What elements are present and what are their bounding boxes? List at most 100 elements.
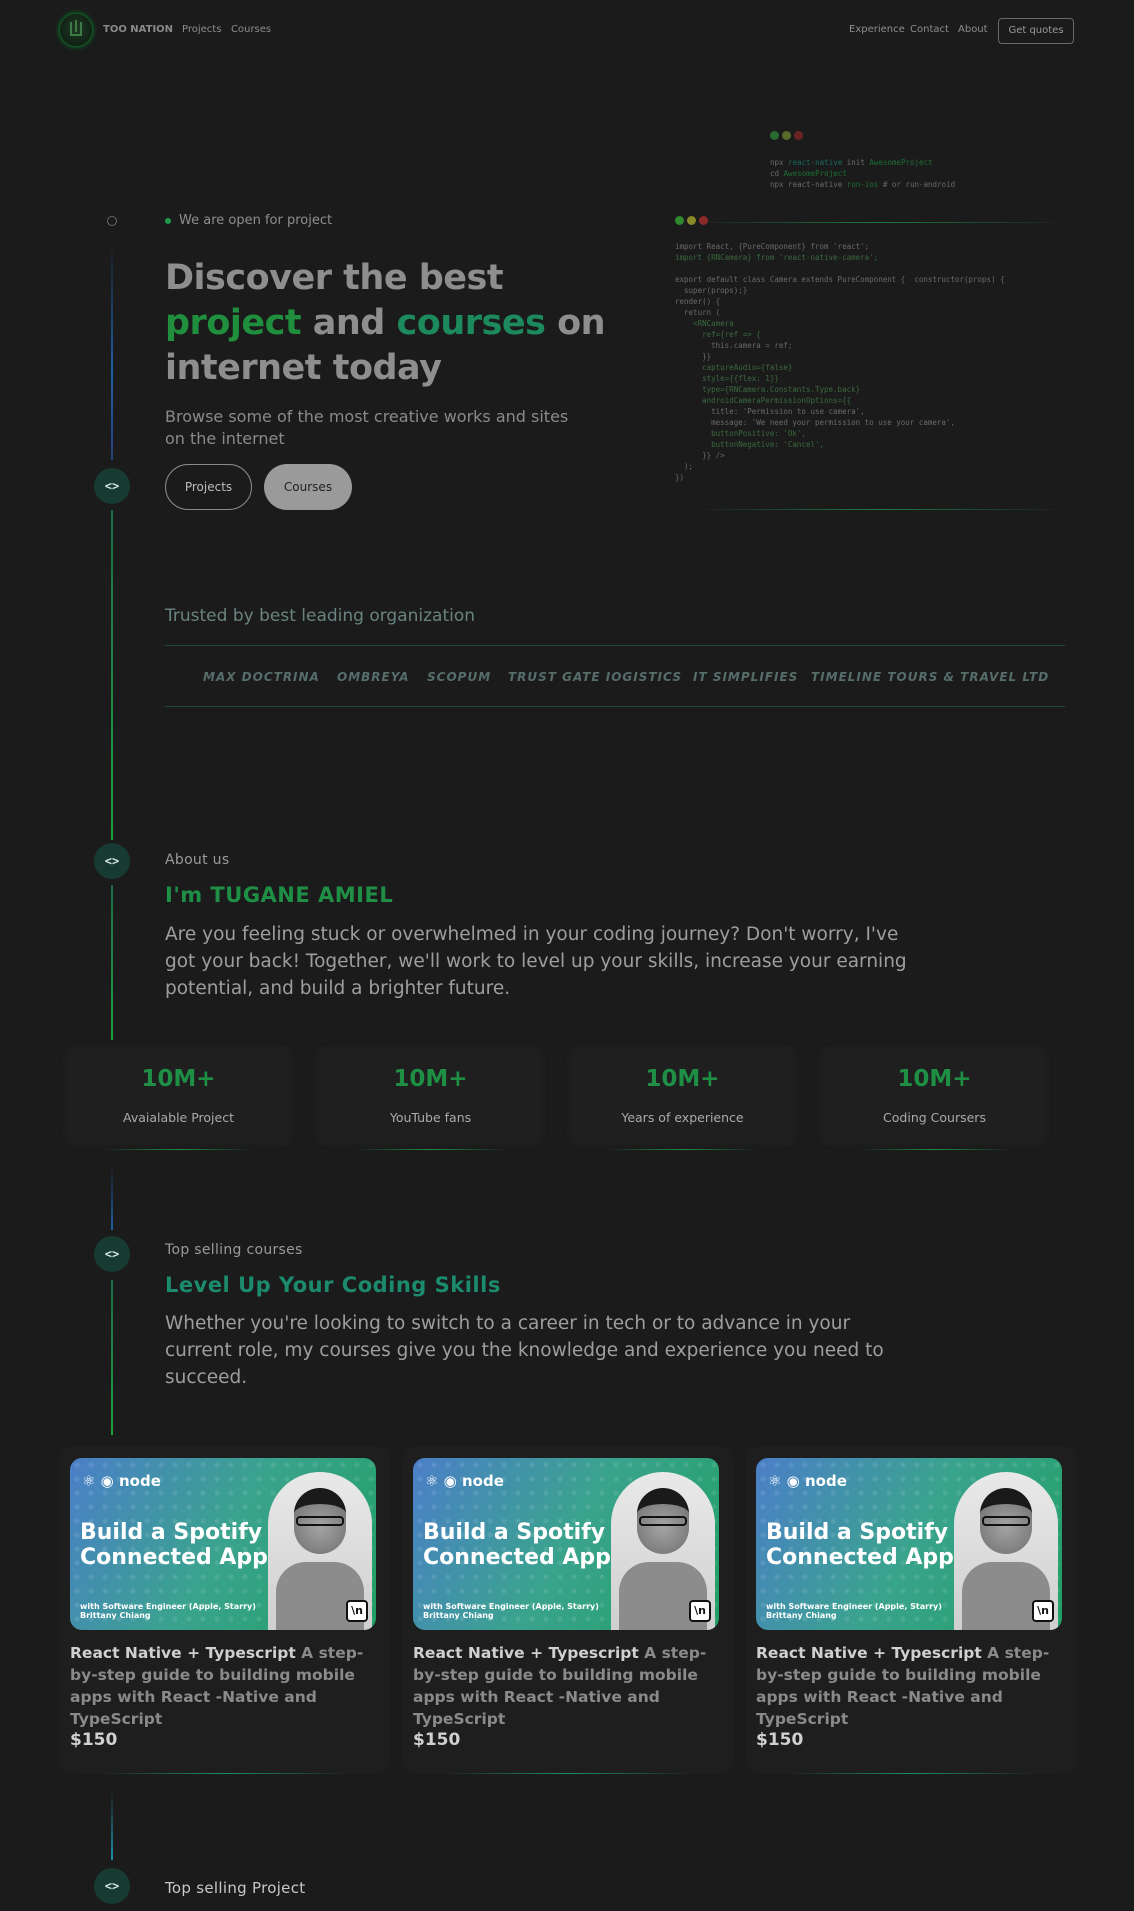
timeline-line [111, 1165, 113, 1230]
nav-link-projects[interactable]: Projects [182, 24, 221, 35]
code-line: export default class Camera extends Pure… [675, 275, 1005, 284]
course-thumbnail[interactable]: ⚛ ◉ node Build a Spotify Connected App w… [70, 1458, 376, 1630]
window-dot-icon [675, 216, 684, 225]
code-icon: <> [94, 468, 130, 504]
window-dot-icon [687, 216, 696, 225]
stat-value: 10M+ [645, 1066, 720, 1092]
course-card[interactable]: ⚛ ◉ node Build a Spotify Connected App w… [746, 1446, 1076, 1774]
code-line: import {RNCamera} from 'react-native-cam… [675, 253, 879, 262]
react-spotify-node-icons: ⚛ ◉ node [425, 1472, 504, 1490]
channel-badge-icon: \n [689, 1600, 711, 1622]
course-description: React Native + Typescript A step-by-step… [70, 1644, 364, 1728]
hero-subtitle: Browse some of the most creative works a… [165, 407, 569, 448]
code-line: buttonNegative: 'Cancel', [675, 440, 825, 449]
stat-card: 10M+ Years of experience [564, 1042, 801, 1150]
status-dot-icon [165, 217, 171, 224]
nav-link-courses[interactable]: Courses [231, 24, 271, 35]
code-line: render() { [675, 297, 721, 306]
thumbnail-title: Build a Spotify Connected App [766, 1520, 954, 1570]
code-icon: <> [94, 1236, 130, 1272]
editor-window-controls [675, 210, 711, 229]
hero-title: Discover the best project and courses on… [165, 258, 606, 388]
top-navbar: TOO NATION Projects Courses Experience C… [0, 0, 1134, 62]
stat-label: Years of experience [621, 1110, 744, 1125]
stat-card: 10M+ Avaialable Project [60, 1042, 297, 1150]
timeline-line [111, 1280, 113, 1435]
course-price: $150 [70, 1730, 118, 1750]
timeline-line [111, 240, 113, 460]
code-line: message: 'We need your permission to use… [675, 418, 955, 427]
code-line: title: 'Permission to use camera', [675, 407, 865, 416]
get-quotes-button[interactable]: Get quotes [998, 18, 1074, 44]
stat-label: Coding Coursers [883, 1110, 986, 1125]
course-card[interactable]: ⚛ ◉ node Build a Spotify Connected App w… [403, 1446, 733, 1774]
org-logo: TIMELINE TOURS & TRAVEL LTD [811, 670, 1050, 684]
course-description: React Native + Typescript A step-by-step… [756, 1644, 1050, 1728]
window-dot-icon [782, 131, 791, 140]
window-dot-icon [699, 216, 708, 225]
channel-badge-icon: \n [346, 1600, 368, 1622]
open-for-project-status: We are open for project [165, 213, 332, 228]
brand-name[interactable]: TOO NATION [103, 24, 173, 35]
nav-link-experience[interactable]: Experience [849, 24, 905, 35]
terminal-window-controls [770, 125, 806, 144]
divider [690, 509, 1070, 510]
code-line: super(props);} [675, 286, 748, 295]
courses-eyebrow: Top selling courses [165, 1242, 303, 1258]
stat-value: 10M+ [141, 1066, 216, 1092]
code-line: type={RNCamera.Constants.Type.back} [675, 385, 861, 394]
nav-link-about[interactable]: About [958, 24, 988, 35]
org-logo: TRUST GATE IOGISTICS [508, 670, 683, 684]
timeline-line [111, 885, 113, 1040]
channel-badge-icon: \n [1032, 1600, 1054, 1622]
org-logo: IT SIMPLIFIES [693, 670, 799, 684]
code-line: style={{flex: 1}} [675, 374, 779, 383]
window-dot-icon [794, 131, 803, 140]
courses-heading: Level Up Your Coding Skills [165, 1273, 501, 1297]
course-card[interactable]: ⚛ ◉ node Build a Spotify Connected App w… [60, 1446, 390, 1774]
react-spotify-node-icons: ⚛ ◉ node [82, 1472, 161, 1490]
about-paragraph: Are you feeling stuck or overwhelmed in … [165, 924, 907, 999]
stat-card: 10M+ YouTube fans [312, 1042, 549, 1150]
code-line: ); [675, 462, 694, 471]
timeline-line [111, 1790, 113, 1860]
stat-value: 10M+ [897, 1066, 972, 1092]
stat-label: Avaialable Project [123, 1110, 234, 1125]
react-spotify-node-icons: ⚛ ◉ node [768, 1472, 847, 1490]
thumbnail-author: with Software Engineer (Apple, Starry) Br… [80, 1602, 256, 1620]
courses-paragraph: Whether you're looking to switch to a ca… [165, 1313, 884, 1388]
logo-strip: MAX DOCTRINA OMBREYA SCOPUM TRUST GATE I… [165, 645, 1065, 707]
thumbnail-author: with Software Engineer (Apple, Starry) Br… [423, 1602, 599, 1620]
timeline-line [111, 510, 113, 840]
stat-label: YouTube fans [389, 1110, 472, 1125]
code-line: androidCameraPermissionOptions={{ [675, 396, 852, 405]
courses-button[interactable]: Courses [264, 464, 352, 510]
org-logo: MAX DOCTRINA [203, 670, 320, 684]
nav-link-contact[interactable]: Contact [910, 24, 949, 35]
code-line: import React, {PureComponent} from 'reac… [675, 242, 870, 251]
code-line: ref={ref => { [675, 330, 761, 339]
thumbnail-title: Build a Spotify Connected App [423, 1520, 611, 1570]
stat-value: 10M+ [393, 1066, 468, 1092]
divider [690, 222, 1070, 223]
terminal-code: npx react-native init AwesomeProject cd … [770, 158, 956, 189]
org-logo: SCOPUM [427, 670, 492, 684]
code-line: captureAudio={false} [675, 363, 793, 372]
code-icon: <> [94, 843, 130, 879]
course-thumbnail[interactable]: ⚛ ◉ node Build a Spotify Connected App w… [413, 1458, 719, 1630]
org-logo: OMBREYA [337, 670, 410, 684]
thumbnail-title: Build a Spotify Connected App [80, 1520, 268, 1570]
code-line: }} /> [675, 451, 725, 460]
course-thumbnail[interactable]: ⚛ ◉ node Build a Spotify Connected App w… [756, 1458, 1062, 1630]
trusted-heading: Trusted by best leading organization [165, 606, 476, 626]
code-line: }} [675, 352, 712, 361]
code-line: buttonPositive: 'Ok', [675, 429, 806, 438]
code-line: return ( [675, 308, 721, 317]
stat-card: 10M+ Coding Coursers [816, 1042, 1053, 1150]
code-icon: <> [94, 1868, 130, 1904]
brand-logo-icon[interactable] [60, 14, 92, 46]
projects-button[interactable]: Projects [165, 464, 252, 510]
projects-eyebrow: Top selling Project [165, 1879, 306, 1897]
thumbnail-author: with Software Engineer (Apple, Starry) Br… [766, 1602, 942, 1620]
